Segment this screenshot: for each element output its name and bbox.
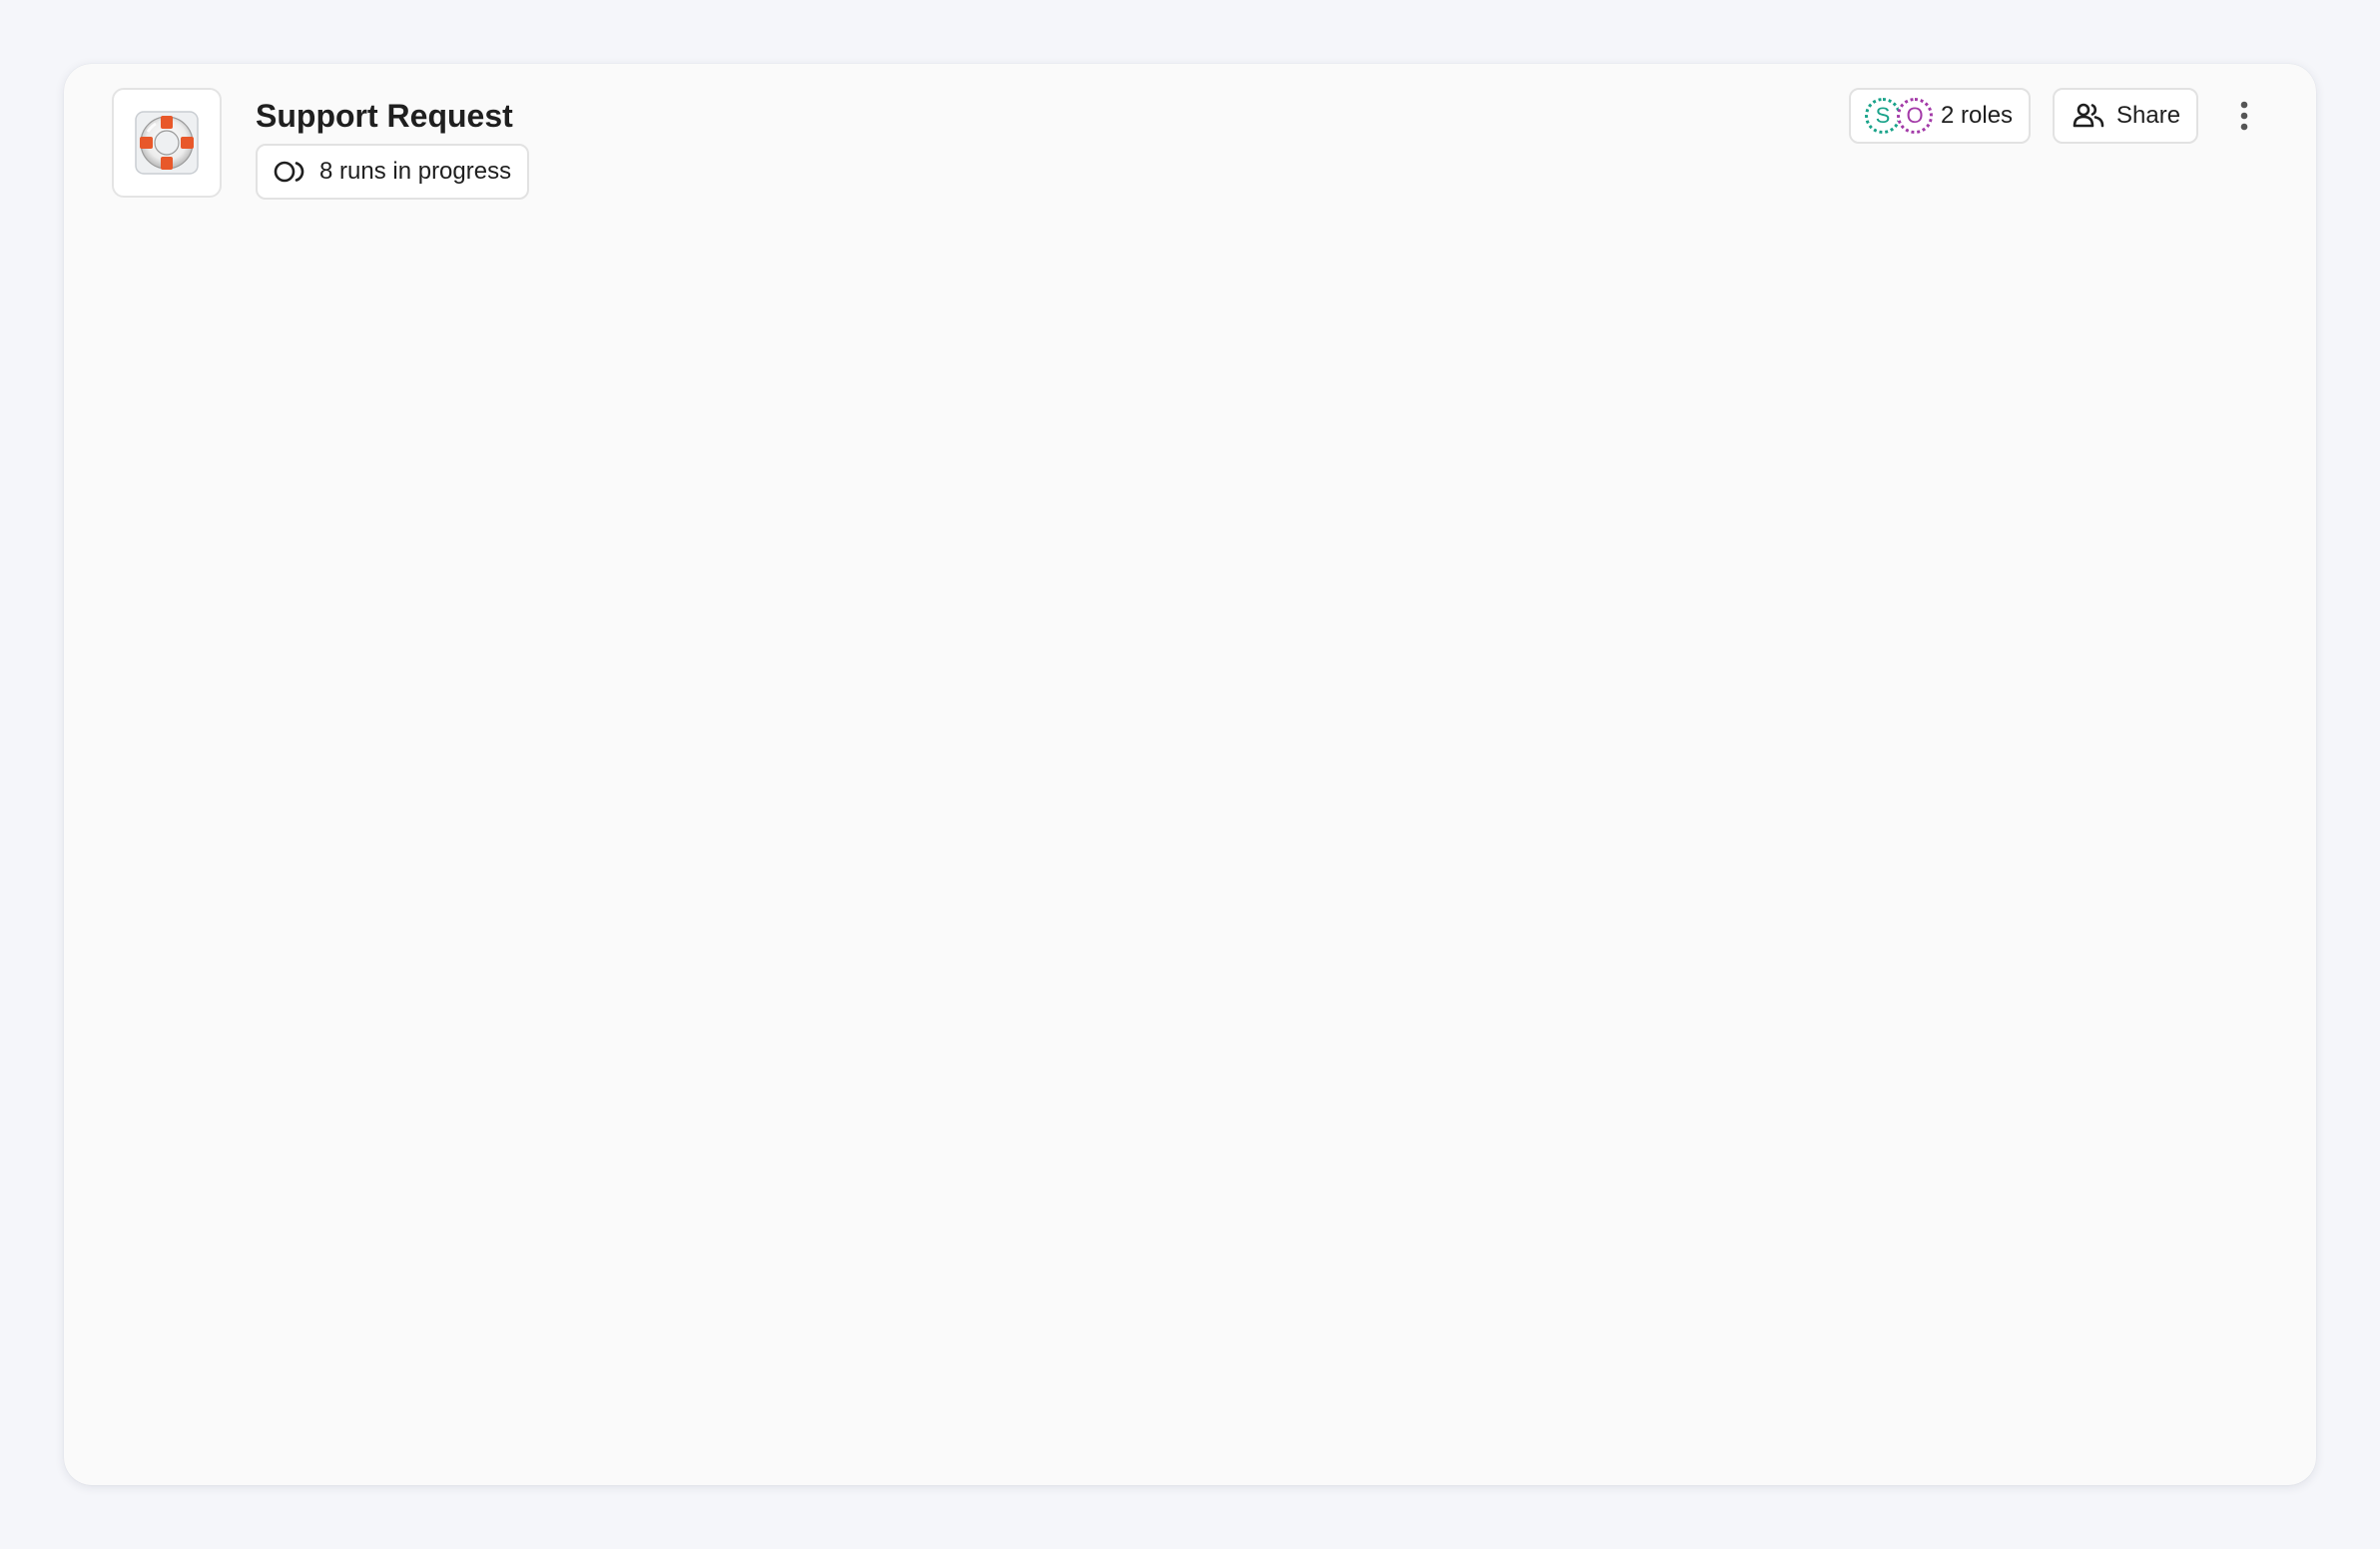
roles-label: 2 roles: [1941, 102, 2014, 129]
share-label: Share: [2116, 102, 2181, 129]
role-avatar-initial: O: [1906, 103, 1924, 128]
more-vertical-icon: [2239, 101, 2249, 131]
role-avatars: S O: [1865, 98, 1933, 134]
runs-in-progress-button[interactable]: 8 runs in progress: [256, 144, 530, 200]
roles-button[interactable]: S O 2 roles: [1849, 88, 2032, 144]
role-avatar-initial: S: [1875, 103, 1891, 128]
more-options-button[interactable]: [2220, 92, 2268, 140]
lifebuoy-icon: [134, 110, 200, 176]
runs-in-progress-icon: [274, 160, 307, 184]
share-button[interactable]: Share: [2053, 88, 2199, 144]
role-avatar-s: S: [1865, 98, 1901, 134]
playbook-card: Support Request 8 runs in progress S O 2…: [64, 64, 2316, 1485]
people-icon: [2073, 103, 2104, 129]
runs-in-progress-label: 8 runs in progress: [319, 158, 512, 185]
role-avatar-o: O: [1897, 98, 1933, 134]
playbook-icon-tile[interactable]: [112, 88, 222, 198]
page-title: Support Request: [256, 98, 513, 134]
